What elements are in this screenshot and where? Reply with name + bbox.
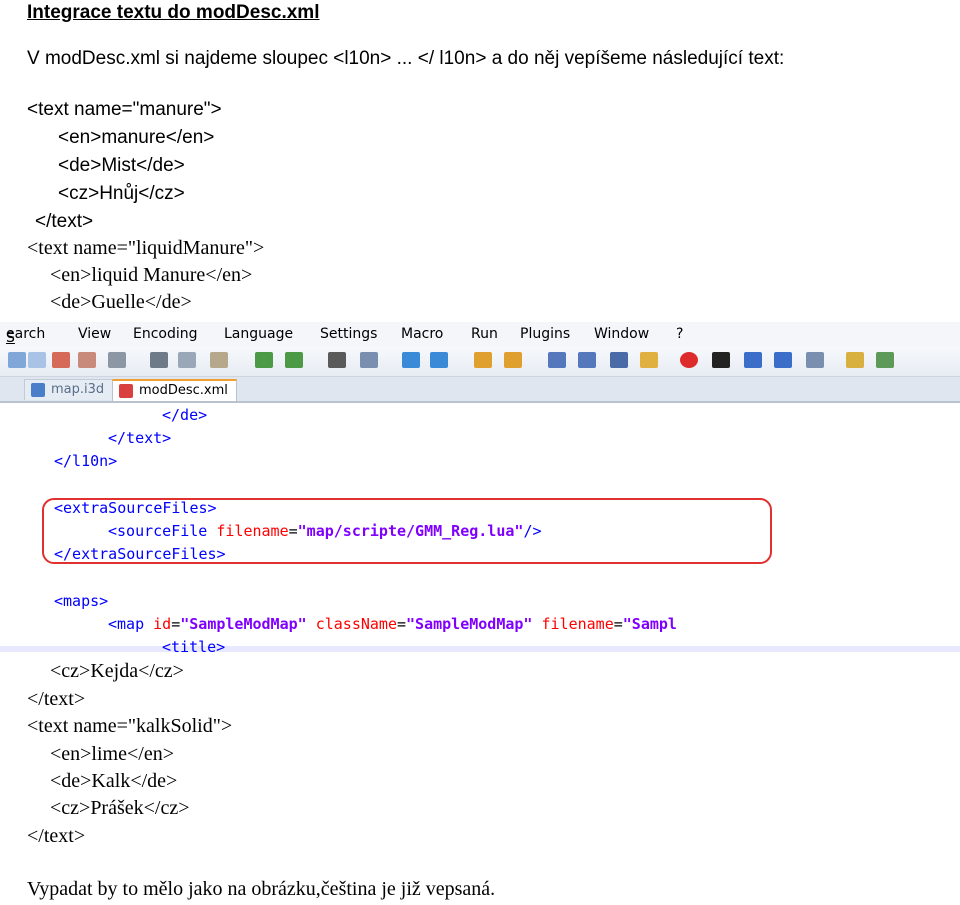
menu-encoding[interactable]: Encoding — [133, 326, 198, 342]
code-line: <cz>Prášek</cz> — [50, 797, 190, 819]
code-line: <text name="liquidManure"> — [27, 237, 265, 259]
tab-moddesc-xml[interactable]: modDesc.xml — [112, 379, 237, 401]
menu-search[interactable]: Search — [6, 326, 45, 346]
tab-label: modDesc.xml — [139, 383, 228, 398]
file-saved-icon — [31, 383, 45, 397]
indent-guide-icon[interactable] — [610, 352, 628, 368]
stop-macro-icon[interactable] — [712, 352, 730, 368]
code-editor[interactable]: </de> </text> </l10n> <extraSourceFiles>… — [0, 403, 960, 652]
page-heading: Integrace textu do modDesc.xml — [27, 2, 320, 23]
fold-icon[interactable] — [640, 352, 658, 368]
code-line: <de>Guelle</de> — [50, 291, 192, 313]
sync-vertical-icon[interactable] — [474, 352, 492, 368]
zoom-out-icon[interactable] — [430, 352, 448, 368]
menu-window[interactable]: Window — [594, 326, 649, 342]
menu-view[interactable]: View — [78, 326, 111, 342]
toolbar — [0, 346, 960, 377]
copy-icon[interactable] — [178, 352, 196, 368]
code-line: <title> — [162, 638, 226, 652]
spellcheck-icon[interactable] — [876, 352, 894, 368]
close-icon[interactable] — [52, 352, 70, 368]
code-line: <cz>Kejda</cz> — [50, 660, 184, 682]
run-macro-multiple-icon[interactable] — [774, 352, 792, 368]
code-line: <de>Kalk</de> — [50, 770, 178, 792]
menu-macro[interactable]: Macro — [401, 326, 443, 342]
menu-help[interactable]: ? — [676, 326, 683, 342]
code-line: <en>liquid Manure</en> — [50, 264, 253, 286]
zoom-in-icon[interactable] — [402, 352, 420, 368]
save-all-icon[interactable] — [28, 352, 46, 368]
current-line-highlight — [0, 646, 960, 652]
tab-bar: map.i3d modDesc.xml — [0, 377, 960, 403]
menu-language[interactable]: Language — [224, 326, 293, 342]
code-line: </text> — [35, 211, 94, 232]
menu-bar: Search View Encoding Language Settings M… — [0, 322, 960, 346]
record-macro-icon[interactable] — [680, 352, 698, 368]
sync-horizontal-icon[interactable] — [504, 352, 522, 368]
open-folder-icon[interactable] — [846, 352, 864, 368]
code-line: <text name="kalkSolid"> — [27, 715, 233, 737]
editor-screenshot: Search View Encoding Language Settings M… — [0, 322, 960, 652]
code-line: <maps> — [54, 592, 109, 610]
intro-paragraph: V modDesc.xml si najdeme sloupec <l10n> … — [27, 48, 785, 69]
word-wrap-icon[interactable] — [548, 352, 566, 368]
code-line: </text> — [27, 825, 86, 847]
print-icon[interactable] — [108, 352, 126, 368]
paste-icon[interactable] — [210, 352, 228, 368]
footer-note: Vypadat by to mělo jako na obrázku,češti… — [27, 878, 496, 900]
find-icon[interactable] — [328, 352, 346, 368]
save-icon[interactable] — [8, 352, 26, 368]
cut-icon[interactable] — [150, 352, 168, 368]
code-line: <de>Mist</de> — [58, 155, 185, 176]
redo-icon[interactable] — [285, 352, 303, 368]
menu-run[interactable]: Run — [471, 326, 498, 342]
code-line: <en>lime</en> — [50, 743, 174, 765]
play-macro-icon[interactable] — [744, 352, 762, 368]
tab-label: map.i3d — [51, 382, 105, 397]
undo-icon[interactable] — [255, 352, 273, 368]
menu-plugins[interactable]: Plugins — [520, 326, 570, 342]
code-line: </l10n> — [54, 452, 118, 470]
tab-map-i3d[interactable]: map.i3d — [24, 379, 114, 400]
code-line: <text name="manure"> — [27, 99, 222, 120]
file-modified-icon — [119, 384, 133, 398]
close-all-icon[interactable] — [78, 352, 96, 368]
show-all-chars-icon[interactable] — [578, 352, 596, 368]
code-line: </text> — [108, 429, 172, 447]
highlight-box — [42, 498, 772, 564]
save-macro-icon[interactable] — [806, 352, 824, 368]
code-line: <cz>Hnůj</cz> — [58, 183, 185, 204]
replace-icon[interactable] — [360, 352, 378, 368]
code-line: <en>manure</en> — [58, 127, 215, 148]
code-line: <map id="SampleModMap" className="Sample… — [108, 615, 677, 633]
code-line: </text> — [27, 688, 86, 710]
menu-settings[interactable]: Settings — [320, 326, 377, 342]
code-line: </de> — [162, 406, 208, 424]
